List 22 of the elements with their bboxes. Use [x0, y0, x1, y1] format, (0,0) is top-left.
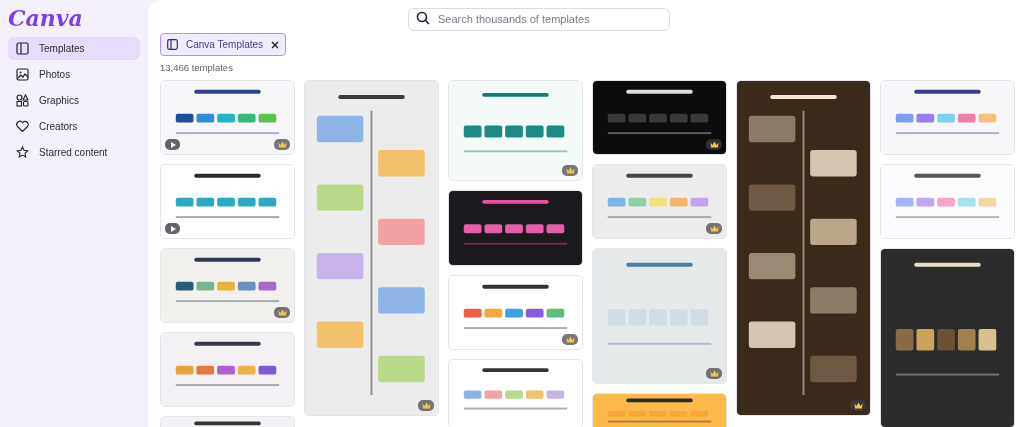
- sidebar-item[interactable]: Graphics: [8, 89, 140, 112]
- search-field[interactable]: Search thousands of templates: [408, 7, 670, 31]
- sidebar-item[interactable]: Photos: [8, 63, 140, 86]
- play-button[interactable]: [165, 139, 180, 150]
- template-icon: [167, 39, 178, 50]
- template-icon: [16, 42, 29, 55]
- logo[interactable]: Canva: [8, 2, 83, 35]
- play-icon: [169, 225, 176, 232]
- sidebar-item[interactable]: Templates: [8, 37, 140, 60]
- heart-icon: [16, 120, 29, 133]
- search-icon: [416, 11, 430, 25]
- close-icon[interactable]: [271, 40, 280, 49]
- sidebar-item[interactable]: Starred content: [8, 141, 140, 164]
- sidebar-item[interactable]: Creators: [8, 115, 140, 138]
- shapes-icon: [16, 94, 29, 107]
- image-icon: [16, 68, 29, 81]
- star-icon: [16, 146, 29, 159]
- filter-chip[interactable]: Canva Templates: [160, 33, 287, 56]
- play-icon: [169, 141, 176, 148]
- chip-label: Canva Templates: [186, 38, 264, 52]
- play-button[interactable]: [165, 223, 180, 234]
- result-count: 13,466 templates: [160, 61, 234, 75]
